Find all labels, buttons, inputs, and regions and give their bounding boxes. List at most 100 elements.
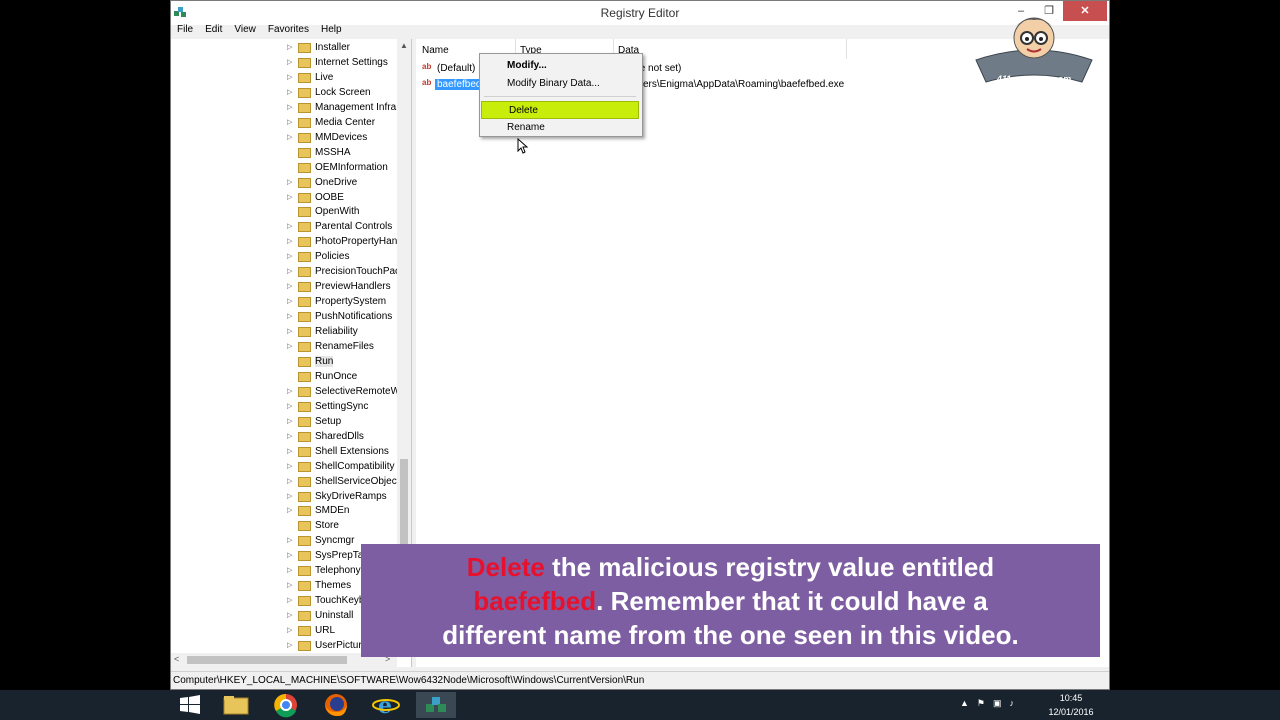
column-divider[interactable] [846, 39, 847, 59]
action-center-flag-icon[interactable]: ⚑ [977, 698, 985, 709]
expand-arrow-icon[interactable]: ▷ [287, 566, 292, 574]
volume-icon[interactable]: ♪ [1010, 698, 1015, 709]
caption-overlay: Delete the malicious registry value enti… [361, 544, 1100, 657]
expand-arrow-icon[interactable]: ▷ [287, 73, 292, 81]
expand-arrow-icon[interactable]: ▷ [287, 178, 292, 186]
expand-arrow-icon[interactable]: ▷ [287, 432, 292, 440]
expand-arrow-icon[interactable]: ▷ [287, 596, 292, 604]
tree-item-internet-settings[interactable]: ▷ Internet Settings [171, 56, 401, 71]
caption-line: the malicious registry value entitled [544, 552, 995, 582]
tree-item-shellcompatibility[interactable]: ▷ ShellCompatibility [171, 460, 401, 475]
tree-item-oeminformation[interactable]: OEMInformation [171, 161, 401, 176]
tree-item-shell-extensions[interactable]: ▷ Shell Extensions [171, 445, 401, 460]
expand-arrow-icon[interactable]: ▷ [287, 447, 292, 455]
tree-item-installer[interactable]: ▷ Installer [171, 41, 401, 56]
expand-arrow-icon[interactable]: ▷ [287, 282, 292, 290]
expand-arrow-icon[interactable]: ▷ [287, 252, 292, 260]
tree-item-onedrive[interactable]: ▷ OneDrive [171, 176, 401, 191]
expand-arrow-icon[interactable]: ▷ [287, 417, 292, 425]
menu-modify[interactable]: Modify... [480, 57, 640, 75]
menu-file[interactable]: File [171, 22, 199, 38]
chrome-icon[interactable] [266, 692, 306, 718]
tree-item-media-center[interactable]: ▷ Media Center [171, 116, 401, 131]
expand-arrow-icon[interactable]: ▷ [287, 626, 292, 634]
network-icon[interactable]: ▣ [993, 698, 1002, 709]
expand-arrow-icon[interactable]: ▷ [287, 641, 292, 649]
expand-arrow-icon[interactable]: ▷ [287, 43, 292, 51]
menu-view[interactable]: View [228, 22, 262, 38]
expand-arrow-icon[interactable]: ▷ [287, 506, 292, 514]
tree-item-mssha[interactable]: MSSHA [171, 146, 401, 161]
expand-arrow-icon[interactable]: ▷ [287, 551, 292, 559]
tree-item-skydriveramps[interactable]: ▷ SkyDriveRamps [171, 490, 401, 505]
expand-arrow-icon[interactable]: ▷ [287, 387, 292, 395]
expand-arrow-icon[interactable]: ▷ [287, 193, 292, 201]
tree-item-lock-screen[interactable]: ▷ Lock Screen [171, 86, 401, 101]
tree-item-store[interactable]: Store [171, 519, 401, 534]
expand-arrow-icon[interactable]: ▷ [287, 611, 292, 619]
clock[interactable]: 10:45 12/01/2016 [1040, 691, 1102, 719]
expand-arrow-icon[interactable]: ▷ [287, 267, 292, 275]
expand-arrow-icon[interactable]: ▷ [287, 222, 292, 230]
value-name: baefefbed [435, 79, 484, 90]
menu-edit[interactable]: Edit [199, 22, 228, 38]
column-header-name[interactable]: Name [422, 45, 449, 56]
expand-arrow-icon[interactable]: ▷ [287, 103, 292, 111]
tree-item-settingsync[interactable]: ▷ SettingSync [171, 400, 401, 415]
expand-arrow-icon[interactable]: ▷ [287, 133, 292, 141]
tray-expand-icon[interactable]: ▲ [960, 698, 969, 709]
menu-favorites[interactable]: Favorites [262, 22, 315, 38]
file-explorer-icon[interactable] [216, 692, 256, 718]
folder-icon [298, 566, 311, 577]
expand-arrow-icon[interactable]: ▷ [287, 237, 292, 245]
expand-arrow-icon[interactable]: ▷ [287, 581, 292, 589]
expand-arrow-icon[interactable]: ▷ [287, 297, 292, 305]
tree-item-previewhandlers[interactable]: ▷ PreviewHandlers [171, 280, 401, 295]
tree-item-label: OneDrive [315, 176, 358, 188]
tree-item-smden[interactable]: ▷ SMDEn [171, 504, 401, 519]
expand-arrow-icon[interactable]: ▷ [287, 88, 292, 96]
tree-item-pushnotifications[interactable]: ▷ PushNotifications [171, 310, 401, 325]
tree-item-policies[interactable]: ▷ Policies [171, 250, 401, 265]
scroll-left-icon[interactable]: < [174, 654, 179, 664]
tree-item-precisiontouchpac[interactable]: ▷ PrecisionTouchPac [171, 265, 401, 280]
tree-item-renamefiles[interactable]: ▷ RenameFiles [171, 340, 401, 355]
start-icon[interactable] [170, 692, 210, 718]
tree-item-management-infra[interactable]: ▷ Management Infra [171, 101, 401, 116]
tree-item-photopropertyhan[interactable]: ▷ PhotoPropertyHan [171, 235, 401, 250]
scroll-up-icon[interactable]: ▲ [400, 41, 408, 50]
tree-item-oobe[interactable]: ▷ OOBE [171, 191, 401, 206]
tree-item-openwith[interactable]: OpenWith [171, 205, 401, 220]
tree-item-mmdevices[interactable]: ▷ MMDevices [171, 131, 401, 146]
expand-arrow-icon[interactable]: ▷ [287, 492, 292, 500]
expand-arrow-icon[interactable]: ▷ [287, 477, 292, 485]
tree-item-propertysystem[interactable]: ▷ PropertySystem [171, 295, 401, 310]
registry-editor-icon[interactable] [416, 692, 456, 718]
tree-item-shareddlls[interactable]: ▷ SharedDlls [171, 430, 401, 445]
folder-icon [298, 267, 311, 278]
tree-item-reliability[interactable]: ▷ Reliability [171, 325, 401, 340]
expand-arrow-icon[interactable]: ▷ [287, 402, 292, 410]
internet-explorer-icon[interactable]: e [366, 692, 406, 718]
tree-item-parental-controls[interactable]: ▷ Parental Controls [171, 220, 401, 235]
firefox-icon[interactable] [316, 692, 356, 718]
tree-item-selectiveremotew[interactable]: ▷ SelectiveRemoteW [171, 385, 401, 400]
tree-item-live[interactable]: ▷ Live [171, 71, 401, 86]
tree-item-shellserviceobjecti[interactable]: ▷ ShellServiceObjectI [171, 475, 402, 490]
expand-arrow-icon[interactable]: ▷ [287, 118, 292, 126]
scroll-thumb[interactable] [187, 656, 347, 664]
expand-arrow-icon[interactable]: ▷ [287, 312, 292, 320]
expand-arrow-icon[interactable]: ▷ [287, 536, 292, 544]
menu-delete[interactable]: Delete [481, 101, 639, 119]
expand-arrow-icon[interactable]: ▷ [287, 342, 292, 350]
tree-item-run[interactable]: Run [171, 355, 401, 370]
tree-item-setup[interactable]: ▷ Setup [171, 415, 401, 430]
expand-arrow-icon[interactable]: ▷ [287, 327, 292, 335]
expand-arrow-icon[interactable]: ▷ [287, 462, 292, 470]
menu-rename[interactable]: Rename [480, 119, 640, 137]
folder-icon [298, 371, 311, 382]
tree-item-runonce[interactable]: RunOnce [171, 370, 401, 385]
expand-arrow-icon[interactable]: ▷ [287, 58, 292, 66]
menu-modify-binary[interactable]: Modify Binary Data... [480, 75, 640, 93]
menu-help[interactable]: Help [315, 22, 348, 38]
